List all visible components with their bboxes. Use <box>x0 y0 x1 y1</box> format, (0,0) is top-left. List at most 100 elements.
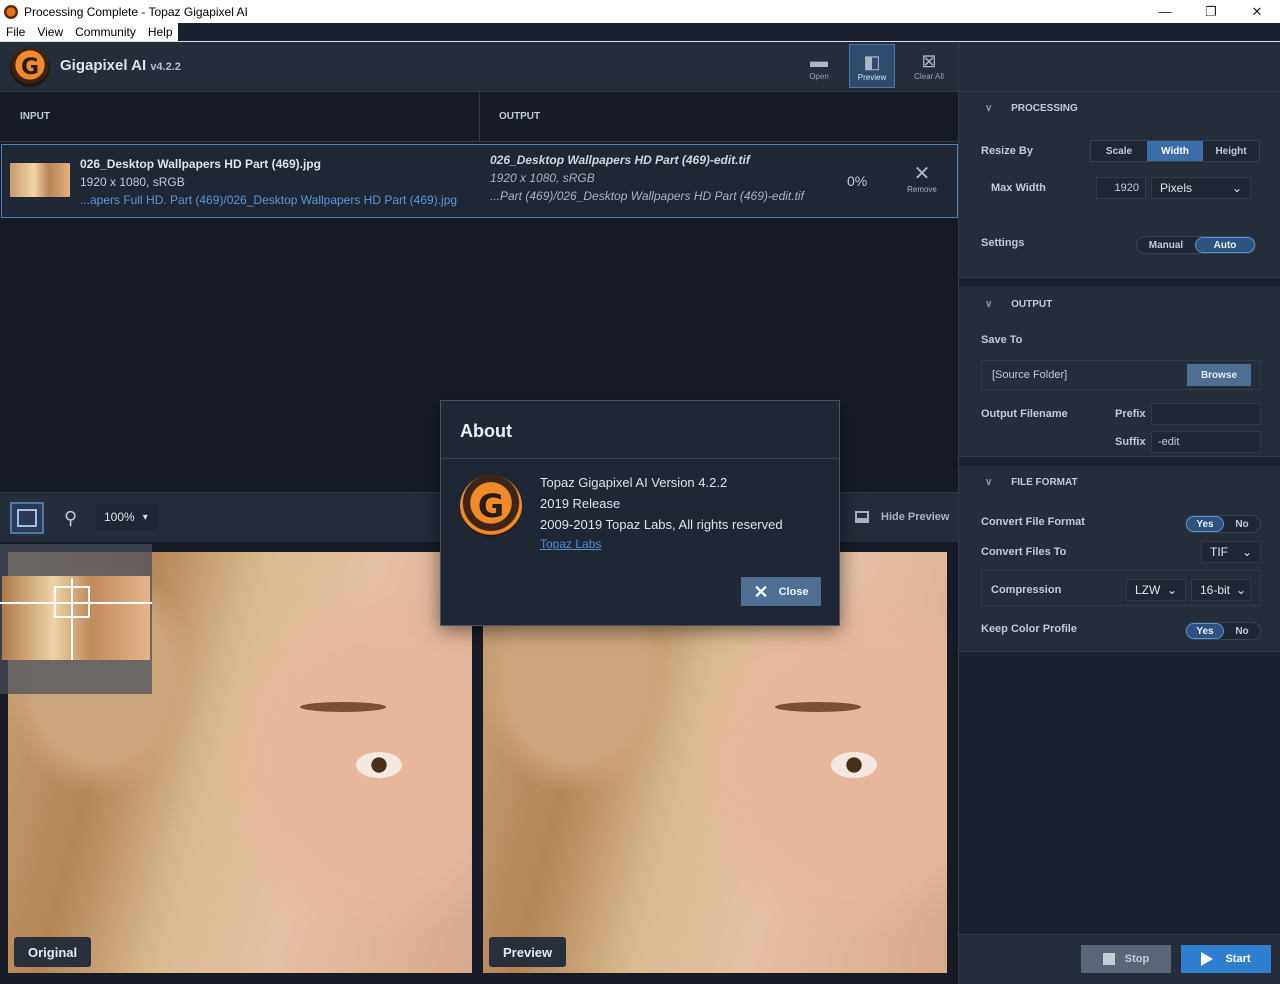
file-row[interactable]: 026_Desktop Wallpapers HD Part (469).jpg… <box>1 144 958 218</box>
convert-format-label: Convert File Format <box>981 516 1085 528</box>
original-label: Original <box>14 937 92 967</box>
navigator-viewport[interactable] <box>54 586 90 618</box>
about-dialog-header: About <box>441 401 839 459</box>
about-close-button[interactable]: ✕ Close <box>741 577 821 606</box>
resize-scale-option[interactable]: Scale <box>1091 141 1147 161</box>
chevron-down-icon: ⌄ <box>1235 583 1246 597</box>
convert-to-select[interactable]: TIF ⌄ <box>1201 541 1261 563</box>
stop-label: Stop <box>1124 953 1150 965</box>
output-title: OUTPUT <box>1011 299 1053 310</box>
processing-section: ∨ PROCESSING Resize By Scale Width Heigh… <box>959 92 1280 278</box>
clear-all-button-label: Clear All <box>914 72 944 81</box>
play-icon <box>1201 952 1214 966</box>
chevron-down-icon: ∨ <box>985 103 993 114</box>
resize-height-option[interactable]: Height <box>1203 141 1259 161</box>
minimize-icon[interactable]: — <box>1142 0 1188 23</box>
eyebrow-shape <box>300 702 386 712</box>
bitdepth-value: 16-bit <box>1200 583 1231 597</box>
save-to-value: [Source Folder] <box>992 369 1068 381</box>
keep-profile-yes[interactable]: Yes <box>1186 623 1224 639</box>
suffix-input[interactable]: -edit <box>1151 431 1261 453</box>
app-name: Gigapixel AI v4.2.2 <box>60 57 181 74</box>
input-column-label: INPUT <box>20 111 50 122</box>
preview-button-label: Preview <box>857 73 887 82</box>
settings-toggle: Manual Auto <box>1136 236 1256 254</box>
remove-button[interactable]: ✕ Remove <box>900 163 944 194</box>
open-button[interactable]: ▬ Open <box>796 44 842 88</box>
about-copyright: 2009-2019 Topaz Labs, All rights reserve… <box>540 517 783 532</box>
settings-manual-option[interactable]: Manual <box>1137 237 1195 253</box>
output-header[interactable]: ∨ OUTPUT <box>985 299 1052 310</box>
zoom-select[interactable]: 100% ▾ <box>96 504 158 530</box>
suffix-label: Suffix <box>1115 436 1146 448</box>
menu-view[interactable]: View <box>31 25 69 39</box>
remove-label: Remove <box>907 185 937 194</box>
input-file-name: 026_Desktop Wallpapers HD Part (469).jpg <box>80 157 321 171</box>
convert-format-toggle: Yes No <box>1185 515 1261 533</box>
prefix-input[interactable] <box>1151 403 1261 425</box>
keep-profile-label: Keep Color Profile <box>981 623 1077 635</box>
navigator-icon <box>17 509 37 527</box>
about-title: About <box>460 421 512 441</box>
menu-help[interactable]: Help <box>142 25 179 39</box>
bitdepth-select[interactable]: 16-bit ⌄ <box>1191 579 1251 601</box>
gigapixel-logo-icon: G <box>10 47 50 87</box>
action-bar: Stop Start <box>958 934 1280 984</box>
resize-by-segmented: Scale Width Height <box>1090 140 1260 162</box>
restore-icon[interactable]: ❐ <box>1188 0 1234 23</box>
chevron-down-icon: ⌄ <box>1231 181 1242 195</box>
start-button[interactable]: Start <box>1181 945 1271 973</box>
navigator-toggle-button[interactable] <box>10 502 44 534</box>
zoom-icon[interactable]: ⚲ <box>64 508 77 529</box>
output-file-name: 026_Desktop Wallpapers HD Part (469)-edi… <box>490 153 750 167</box>
resize-by-label: Resize By <box>981 145 1033 157</box>
clear-all-button[interactable]: ⊠ Clear All <box>906 44 952 88</box>
compression-value: LZW <box>1135 583 1161 597</box>
preview-button[interactable]: ◧ Preview <box>849 44 895 88</box>
right-header <box>958 42 1280 92</box>
input-file-dimensions: 1920 x 1080, sRGB <box>80 175 185 189</box>
convert-to-label: Convert Files To <box>981 546 1067 558</box>
about-close-label: Close <box>778 585 809 598</box>
convert-format-no[interactable]: No <box>1224 516 1260 532</box>
file-format-section: ∨ FILE FORMAT Convert File Format Yes No… <box>959 466 1280 652</box>
topaz-logo-icon: G <box>460 475 522 537</box>
browse-button[interactable]: Browse <box>1187 364 1251 386</box>
about-version: Topaz Gigapixel AI Version 4.2.2 <box>540 475 728 490</box>
close-window-icon[interactable]: ✕ <box>1234 0 1280 23</box>
max-width-input[interactable]: 1920 <box>1096 177 1146 199</box>
menu-file[interactable]: File <box>0 25 31 39</box>
convert-format-yes[interactable]: Yes <box>1186 516 1224 532</box>
output-file-path: ...Part (469)/026_Desktop Wallpapers HD … <box>490 189 804 203</box>
menu-community[interactable]: Community <box>69 25 142 39</box>
processing-header[interactable]: ∨ PROCESSING <box>985 103 1078 114</box>
window-title: Processing Complete - Topaz Gigapixel AI <box>24 4 248 19</box>
output-filename-label: Output Filename <box>981 408 1068 420</box>
about-release: 2019 Release <box>540 496 621 511</box>
app-version: v4.2.2 <box>150 61 181 73</box>
max-width-label: Max Width <box>991 182 1046 194</box>
settings-label: Settings <box>981 237 1025 249</box>
prefix-label: Prefix <box>1115 408 1146 420</box>
window-controls: — ❐ ✕ <box>1142 0 1280 23</box>
eyebrow-shape <box>775 702 861 712</box>
hide-preview-button[interactable]: Hide Preview <box>855 511 949 523</box>
settings-auto-option[interactable]: Auto <box>1195 237 1255 253</box>
keep-profile-no[interactable]: No <box>1224 623 1260 639</box>
zoom-value: 100% <box>104 510 135 524</box>
open-button-label: Open <box>809 72 829 81</box>
clear-all-icon: ⊠ <box>921 51 937 71</box>
navigator-overlay[interactable] <box>0 544 152 694</box>
file-progress: 0% <box>847 173 868 189</box>
unit-value: Pixels <box>1160 181 1193 195</box>
resize-width-option[interactable]: Width <box>1147 141 1203 161</box>
chevron-down-icon: ▾ <box>142 511 148 523</box>
save-to-label: Save To <box>981 334 1023 346</box>
output-column-label: OUTPUT <box>499 111 541 122</box>
topaz-labs-link[interactable]: Topaz Labs <box>540 537 601 551</box>
file-format-header[interactable]: ∨ FILE FORMAT <box>985 477 1078 488</box>
stop-button[interactable]: Stop <box>1081 945 1171 973</box>
folder-icon: ▬ <box>810 51 828 71</box>
compression-select[interactable]: LZW ⌄ <box>1126 579 1186 601</box>
unit-select[interactable]: Pixels ⌄ <box>1151 177 1251 199</box>
